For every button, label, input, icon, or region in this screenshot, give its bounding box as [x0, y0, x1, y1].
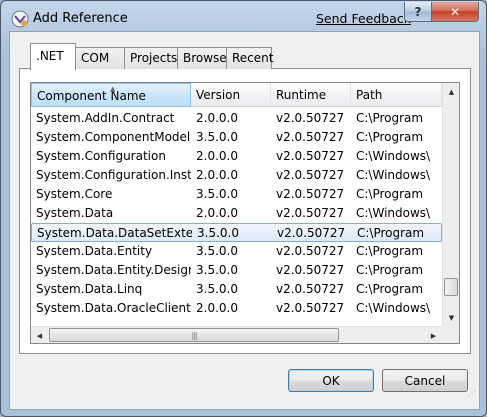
vertical-scrollbar[interactable]: ▲ ▼ — [442, 83, 459, 326]
cell-runtime: v2.0.50727 — [276, 130, 345, 144]
cell-path: C:\Windows\ — [356, 301, 431, 315]
table-row[interactable]: System.ComponentModel... 3.5.0.0 v2.0.5072… — [31, 128, 442, 147]
cell-runtime: v2.0.50727 — [276, 187, 345, 201]
tab-net-label: .NET — [36, 49, 64, 63]
window-title: Add Reference — [33, 11, 128, 26]
ok-button-label: OK — [322, 373, 340, 388]
cell-runtime: v2.0.50727 — [276, 111, 345, 125]
cell-version: 3.5.0.0 — [197, 226, 239, 240]
cell-runtime: v2.0.50727 — [276, 263, 345, 277]
table-row[interactable]: System.Data.Entity 3.5.0.0 v2.0.50727 C:\Pr… — [31, 242, 442, 261]
scroll-up-icon[interactable]: ▲ — [443, 83, 459, 100]
cell-name: System.Data.DataSetExtens... — [37, 226, 192, 240]
cell-name: System.Data — [36, 206, 114, 220]
tab-projects-label: Projects — [130, 51, 178, 65]
cell-path: C:\Program — [356, 282, 424, 296]
table-row[interactable]: System.Data 2.0.0.0 v2.0.50727 C:\Windows\ — [31, 204, 442, 223]
cell-version: 2.0.0.0 — [196, 206, 238, 220]
component-list[interactable]: ▲ Component Name Version Runtime Path Sy… — [30, 82, 460, 344]
cell-version: 3.5.0.0 — [196, 244, 238, 258]
cell-version: 3.5.0.0 — [196, 187, 238, 201]
cell-path: C:\Program — [356, 111, 424, 125]
cell-name: System.Data.Linq — [36, 282, 143, 296]
horizontal-scrollbar[interactable]: ◀ ||| ▶ — [31, 326, 442, 343]
help-icon: ? — [414, 4, 422, 19]
cancel-button[interactable]: Cancel — [382, 369, 468, 392]
cell-path: C:\Program — [356, 263, 424, 277]
tab-com-label: COM — [81, 51, 110, 65]
cell-path: C:\Windows\ — [356, 168, 431, 182]
scrollbar-corner — [442, 326, 459, 343]
cell-path: C:\Program — [356, 244, 424, 258]
tab-browse-label: Browse — [183, 51, 227, 65]
cell-version: 3.5.0.0 — [196, 282, 238, 296]
cell-version: 2.0.0.0 — [196, 111, 238, 125]
cell-runtime: v2.0.50727 — [276, 282, 345, 296]
cell-version: 2.0.0.0 — [196, 301, 238, 315]
cell-version: 2.0.0.0 — [196, 168, 238, 182]
cell-path: C:\Windows\ — [356, 149, 431, 163]
column-header-component-name[interactable]: ▲ Component Name — [31, 83, 191, 107]
cell-version: 3.5.0.0 — [196, 263, 238, 277]
table-row[interactable]: System.Configuration 2.0.0.0 v2.0.50727 C:\… — [31, 147, 442, 166]
column-header-label: Runtime — [276, 88, 327, 102]
close-icon: ✕ — [449, 4, 461, 19]
help-button[interactable]: ? — [404, 2, 432, 22]
tab-com[interactable]: COM — [75, 47, 125, 69]
ok-button[interactable]: OK — [288, 369, 374, 392]
cell-name: System.Data.OracleClient — [36, 301, 191, 315]
table-row[interactable]: System.Data.Entity.Design 3.5.0.0 v2.0.507… — [31, 261, 442, 280]
tab-recent-label: Recent — [232, 51, 274, 65]
close-button[interactable]: ✕ — [431, 2, 479, 22]
cell-version: 3.5.0.0 — [196, 130, 238, 144]
column-header-version[interactable]: Version — [191, 83, 271, 107]
scroll-right-icon[interactable]: ▶ — [425, 327, 442, 343]
table-row[interactable]: System.Configuration.Install 2.0.0.0 v2.0.… — [31, 166, 442, 185]
column-header-path[interactable]: Path — [351, 83, 442, 107]
add-reference-dialog: Add Reference Send Feedback ? ✕ .NET COM… — [0, 0, 487, 417]
cell-name: System.Data.Entity.Design — [36, 263, 191, 277]
sort-ascending-icon: ▲ — [110, 85, 116, 93]
tab-browse[interactable]: Browse — [177, 47, 227, 69]
table-row[interactable]: System.Core 3.5.0.0 v2.0.50727 C:\Program — [31, 185, 442, 204]
cell-name: System.Configuration.Install — [36, 168, 191, 182]
cell-runtime: v2.0.50727 — [277, 226, 346, 240]
cell-runtime: v2.0.50727 — [276, 149, 345, 163]
column-header-runtime[interactable]: Runtime — [271, 83, 351, 107]
cell-name: System.Core — [36, 187, 113, 201]
column-header-label: Version — [196, 88, 241, 102]
tab-projects[interactable]: Projects — [124, 47, 178, 69]
column-header-label: Component Name — [37, 89, 146, 103]
tab-net[interactable]: .NET — [30, 43, 76, 70]
cell-path: C:\Program — [356, 187, 424, 201]
resize-grip-icon[interactable]: ⋰ — [468, 390, 478, 402]
cell-version: 2.0.0.0 — [196, 149, 238, 163]
dialog-client-area: .NET COM Projects Browse Recent ▲ Compon… — [9, 31, 480, 410]
cell-runtime: v2.0.50727 — [276, 168, 345, 182]
tab-recent[interactable]: Recent — [226, 47, 274, 69]
cell-name: System.Configuration — [36, 149, 166, 163]
table-row[interactable]: System.Data.Linq 3.5.0.0 v2.0.50727 C:\Prog… — [31, 280, 442, 299]
scroll-left-icon[interactable]: ◀ — [31, 327, 48, 343]
scroll-down-icon[interactable]: ▼ — [443, 309, 459, 326]
cell-name: System.Data.Entity — [36, 244, 153, 258]
vertical-scroll-thumb[interactable] — [444, 278, 458, 296]
cell-runtime: v2.0.50727 — [276, 244, 345, 258]
cell-path: C:\Program — [356, 130, 424, 144]
cell-runtime: v2.0.50727 — [276, 301, 345, 315]
column-header-label: Path — [356, 88, 383, 102]
list-header: ▲ Component Name Version Runtime Path — [31, 83, 442, 107]
visual-studio-icon — [11, 10, 29, 28]
table-row[interactable]: System.AddIn.Contract 2.0.0.0 v2.0.50727 C:… — [31, 109, 442, 128]
cancel-button-label: Cancel — [404, 373, 446, 388]
cell-runtime: v2.0.50727 — [276, 206, 345, 220]
cell-path: C:\Windows\ — [356, 206, 431, 220]
cell-name: System.ComponentModel... — [36, 130, 191, 144]
horizontal-scroll-thumb[interactable]: ||| — [49, 328, 339, 342]
cell-path: C:\Program — [357, 226, 425, 240]
send-feedback-link[interactable]: Send Feedback — [316, 11, 411, 26]
table-row-selected[interactable]: System.Data.DataSetExtens... 3.5.0.0 v2.0.… — [31, 223, 442, 242]
cell-name: System.AddIn.Contract — [36, 111, 175, 125]
table-row[interactable]: System.Data.OracleClient 2.0.0.0 v2.0.5072… — [31, 299, 442, 318]
